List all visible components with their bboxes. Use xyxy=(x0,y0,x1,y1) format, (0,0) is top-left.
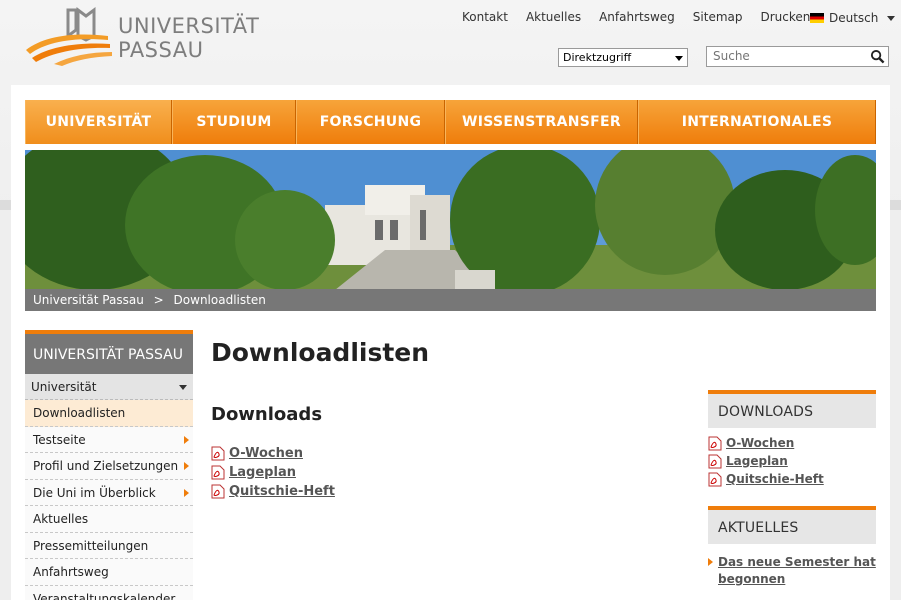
leftnav-item-label: Anfahrtsweg xyxy=(33,565,109,579)
pdf-file-icon xyxy=(211,446,225,461)
chevron-right-icon xyxy=(708,558,713,566)
download-link-label: O-Wochen xyxy=(229,446,303,461)
leftnav-item-pressemitteilungen[interactable]: Pressemitteilungen xyxy=(25,532,193,559)
chevron-down-icon xyxy=(887,15,896,21)
topnav-kontakt[interactable]: Kontakt xyxy=(462,10,508,24)
pdf-file-icon xyxy=(211,484,225,499)
sidebar-download-label: O-Wochen xyxy=(726,436,795,450)
chevron-down-icon xyxy=(179,385,187,390)
breadcrumb-current: Downloadlisten xyxy=(173,293,266,307)
sidebar-download-label: Quitschie-Heft xyxy=(726,472,824,486)
breadcrumb-separator: > xyxy=(153,293,164,307)
leftnav-item-label: Downloadlisten xyxy=(33,406,126,420)
language-selector[interactable]: Deutsch xyxy=(810,11,896,25)
download-link-lageplan[interactable]: Lageplan xyxy=(211,463,335,482)
leftnav-item-testseite[interactable]: Testseite xyxy=(25,426,193,453)
language-label: Deutsch xyxy=(829,11,879,25)
pdf-file-icon xyxy=(708,472,722,486)
leftnav-item-ueberblick[interactable]: Die Uni im Überblick xyxy=(25,479,193,506)
sidebar-downloads-box: DOWNLOADS O-Wochen Lageplan Quitschie-He… xyxy=(708,390,876,488)
german-flag-icon xyxy=(810,13,824,23)
search-box xyxy=(706,46,889,67)
breadcrumb-root[interactable]: Universität Passau xyxy=(33,293,144,307)
main-navigation: UNIVERSITÄT STUDIUM FORSCHUNG WISSENSTRA… xyxy=(25,100,876,144)
download-link-o-wochen[interactable]: O-Wochen xyxy=(211,444,335,463)
mainnav-universitaet[interactable]: UNIVERSITÄT xyxy=(25,100,172,144)
leftnav-item-label: Veranstaltungskalender xyxy=(33,591,176,600)
leftnav-item-label: Profil und Zielsetzungen xyxy=(33,459,179,473)
chevron-down-icon xyxy=(675,56,683,61)
chevron-right-icon xyxy=(184,488,189,497)
top-navigation: Kontakt Aktuelles Anfahrtsweg Sitemap Dr… xyxy=(462,10,828,24)
sidebar-downloads-list: O-Wochen Lageplan Quitschie-Heft xyxy=(708,428,876,488)
download-link-quitschie-heft[interactable]: Quitschie-Heft xyxy=(211,482,335,501)
leftnav-item-anfahrtsweg[interactable]: Anfahrtsweg xyxy=(25,559,193,586)
topnav-anfahrtsweg[interactable]: Anfahrtsweg xyxy=(599,10,675,24)
pdf-file-icon xyxy=(708,436,722,450)
leftnav-item-downloadlisten[interactable]: Downloadlisten xyxy=(25,400,193,427)
section-heading: Downloads xyxy=(211,404,323,425)
download-link-label: Lageplan xyxy=(229,465,296,480)
logo-wordmark: UNIVERSITÄT PASSAU xyxy=(118,6,259,62)
news-item-link[interactable]: Das neue Semester hat begonnen xyxy=(708,554,876,588)
pdf-file-icon xyxy=(708,454,722,468)
left-navigation: UNIVERSITÄT PASSAU Universität Downloadl… xyxy=(25,330,193,600)
leftnav-item-label: Testseite xyxy=(33,432,86,447)
sidebar-downloads-heading: DOWNLOADS xyxy=(708,390,876,428)
chevron-right-icon xyxy=(184,435,189,444)
leftnav-section-label: Universität xyxy=(31,380,97,394)
direktzugriff-value: Direktzugriff xyxy=(563,51,632,64)
download-list: O-Wochen Lageplan Quitschie-Heft xyxy=(211,444,335,501)
sidebar-download-o-wochen[interactable]: O-Wochen xyxy=(708,434,876,452)
leftnav-item-veranstaltungskalender[interactable]: Veranstaltungskalender xyxy=(25,585,193,600)
mainnav-wissenstransfer[interactable]: WISSENSTRANSFER xyxy=(445,100,638,144)
mainnav-forschung[interactable]: FORSCHUNG xyxy=(296,100,445,144)
direktzugriff-select[interactable]: Direktzugriff xyxy=(558,48,688,67)
breadcrumb: Universität Passau > Downloadlisten xyxy=(25,289,876,311)
mainnav-studium[interactable]: STUDIUM xyxy=(172,100,296,144)
university-logo[interactable]: UNIVERSITÄT PASSAU xyxy=(24,6,264,68)
mainnav-internationales[interactable]: INTERNATIONALES xyxy=(638,100,876,144)
leftnav-section[interactable]: Universität xyxy=(25,374,193,400)
leftnav-item-profil[interactable]: Profil und Zielsetzungen xyxy=(25,453,193,480)
logo-line-2: PASSAU xyxy=(118,38,204,62)
chevron-right-icon xyxy=(184,462,189,470)
page-title: Downloadlisten xyxy=(211,338,430,367)
sidebar-download-quitschie-heft[interactable]: Quitschie-Heft xyxy=(708,470,876,488)
leftnav-item-label: Pressemitteilungen xyxy=(33,538,149,553)
news-item-label: Das neue Semester hat begonnen xyxy=(718,555,876,586)
sidebar-news-heading: AKTUELLES xyxy=(708,506,876,544)
hero-campus-image xyxy=(25,150,876,290)
sidebar-download-label: Lageplan xyxy=(726,454,788,468)
leftnav-heading: UNIVERSITÄT PASSAU xyxy=(25,330,193,374)
logo-mark-icon xyxy=(26,7,112,66)
search-input[interactable] xyxy=(713,49,863,63)
sidebar-news-box: AKTUELLES xyxy=(708,506,876,544)
topnav-drucken[interactable]: Drucken xyxy=(761,10,811,24)
sidebar-download-lageplan[interactable]: Lageplan xyxy=(708,452,876,470)
logo-line-1: UNIVERSITÄT xyxy=(118,14,260,38)
leftnav-item-label: Die Uni im Überblick xyxy=(33,485,156,500)
pdf-file-icon xyxy=(211,465,225,480)
leftnav-item-aktuelles[interactable]: Aktuelles xyxy=(25,506,193,533)
topnav-aktuelles[interactable]: Aktuelles xyxy=(526,10,581,24)
search-icon[interactable] xyxy=(870,49,885,64)
leftnav-item-label: Aktuelles xyxy=(33,512,89,526)
topnav-sitemap[interactable]: Sitemap xyxy=(693,10,743,24)
download-link-label: Quitschie-Heft xyxy=(229,484,335,499)
